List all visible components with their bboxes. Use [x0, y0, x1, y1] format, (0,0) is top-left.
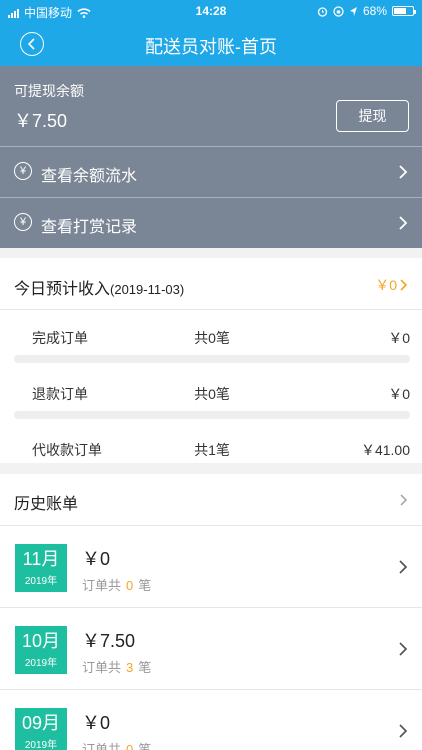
history-title: 历史账单 — [14, 496, 79, 513]
battery-fill — [394, 8, 406, 14]
month-badge: 09月 2019年 — [15, 708, 67, 750]
balance-panel: 可提现余额 ￥7.50 提现 — [0, 66, 422, 146]
orders-count: 0 — [126, 742, 134, 750]
row-separator — [14, 411, 410, 419]
history-section: 历史账单 11月 2019年 ￥0 订单共 0 笔 10月 2019年 ￥7.50 … — [0, 474, 422, 750]
chevron-right-icon — [399, 642, 408, 656]
history-amount: ￥0 — [82, 713, 111, 733]
year-label: 2019年 — [24, 658, 58, 669]
balance-label: 可提现余额 — [14, 83, 84, 99]
completed-orders-row: 完成订单 共0笔 ￥0 — [14, 314, 410, 358]
chevron-right-icon — [400, 279, 408, 291]
orders-suffix: 笔 — [138, 742, 152, 750]
chevron-right-icon — [399, 560, 408, 574]
chevron-right-icon — [399, 724, 408, 738]
orders-prefix: 订单共 — [82, 660, 122, 675]
today-income-section: 今日预计收入(2019-11-03) ￥0 完成订单 共0笔 ￥0 退款订单 共… — [0, 258, 422, 463]
alarm-icon — [317, 6, 328, 17]
today-date: (2019-11-03) — [110, 282, 185, 297]
battery-percent: 68% — [362, 4, 387, 18]
orientation-lock-icon — [333, 5, 344, 17]
history-item[interactable]: 09月 2019年 ￥0 订单共 0 笔 — [0, 690, 422, 750]
orders-count: 3 — [126, 660, 134, 675]
battery-icon — [392, 6, 416, 16]
chevron-right-icon — [400, 494, 408, 506]
history-item[interactable]: 11月 2019年 ￥0 订单共 0 笔 — [0, 526, 422, 608]
order-amount: ￥0 — [388, 386, 410, 402]
page-title: 配送员对账-首页 — [145, 37, 277, 57]
history-amount: ￥0 — [82, 549, 111, 569]
order-count: 共0笔 — [194, 386, 230, 402]
history-header[interactable]: 历史账单 — [0, 474, 422, 526]
today-income-title: 今日预计收入(2019-11-03) — [14, 275, 184, 299]
history-order-count: 订单共 0 笔 — [82, 575, 151, 594]
chevron-right-icon — [399, 216, 408, 230]
order-count: 共0笔 — [194, 330, 230, 346]
today-total-amount: ￥0 — [375, 277, 397, 293]
status-bar: 中国移动 14:28 68% — [0, 0, 422, 22]
today-total: ￥0 — [375, 275, 408, 295]
location-icon — [349, 6, 357, 16]
order-amount: ￥41.00 — [360, 442, 410, 458]
status-right: 68% — [317, 4, 416, 18]
yen-coin-icon: ¥ — [14, 162, 32, 180]
orders-suffix: 笔 — [138, 660, 152, 675]
today-title-text: 今日预计收入 — [14, 281, 111, 298]
cod-orders-row: 代收款订单 共1笔 ￥41.00 — [14, 426, 410, 470]
year-label: 2019年 — [24, 740, 58, 750]
month-label: 10月 — [21, 631, 61, 651]
month-badge: 10月 2019年 — [15, 626, 67, 674]
order-count: 共1笔 — [194, 442, 230, 458]
balance-flow-label: 查看余额流水 — [41, 168, 138, 185]
month-label: 09月 — [21, 713, 61, 733]
withdraw-button[interactable]: 提现 — [336, 100, 409, 132]
tip-records-label: 查看打赏记录 — [41, 219, 138, 236]
order-amount: ￥0 — [388, 330, 410, 346]
balance-flow-link[interactable]: ¥ 查看余额流水 — [0, 146, 422, 197]
history-amount: ￥7.50 — [82, 631, 136, 651]
history-order-count: 订单共 0 笔 — [82, 739, 151, 750]
nav-header: 配送员对账-首页 — [0, 22, 422, 66]
today-income-header[interactable]: 今日预计收入(2019-11-03) ￥0 — [0, 258, 422, 310]
refund-orders-row: 退款订单 共0笔 ￥0 — [14, 370, 410, 414]
orders-suffix: 笔 — [138, 578, 152, 593]
year-label: 2019年 — [24, 576, 58, 587]
history-item[interactable]: 10月 2019年 ￥7.50 订单共 3 笔 — [0, 608, 422, 690]
orders-count: 0 — [126, 578, 134, 593]
yen-coin-icon: ¥ — [14, 213, 32, 231]
history-order-count: 订单共 3 笔 — [82, 657, 151, 676]
orders-prefix: 订单共 — [82, 578, 122, 593]
balance-amount: ￥7.50 — [14, 111, 68, 131]
month-label: 11月 — [22, 549, 60, 569]
chevron-right-icon — [399, 165, 408, 179]
month-badge: 11月 2019年 — [15, 544, 67, 592]
row-separator — [14, 355, 410, 363]
orders-prefix: 订单共 — [82, 742, 122, 750]
tip-records-link[interactable]: ¥ 查看打赏记录 — [0, 197, 422, 248]
